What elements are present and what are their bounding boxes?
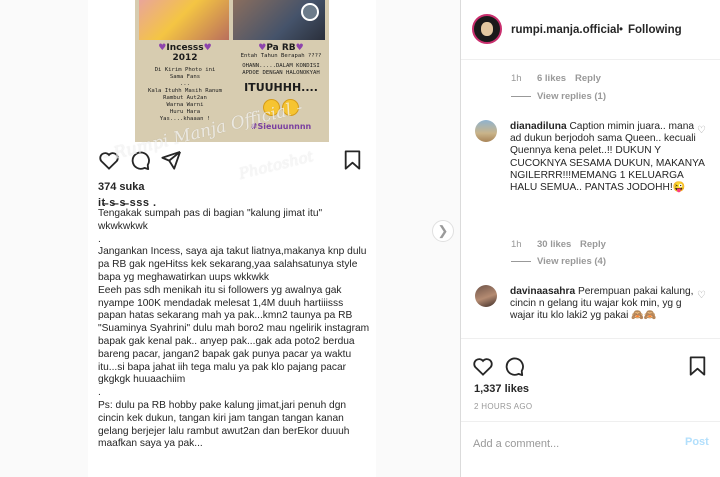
avatar[interactable] <box>472 14 502 44</box>
collage-right-big: ITUUHHH.... <box>244 81 318 94</box>
view-replies-button[interactable]: View replies (4) <box>511 256 606 267</box>
reply-button[interactable]: Reply <box>580 239 606 250</box>
comment-likes[interactable]: 30 likes <box>537 239 571 250</box>
photo-incess <box>139 0 229 40</box>
collage-right-line: OHANN.....DALAM KONDISI <box>242 63 320 69</box>
collage-left-line: Sama Fans <box>169 74 201 80</box>
bookmark-icon[interactable] <box>689 356 706 376</box>
like-comment-heart-icon[interactable]: ♡ <box>697 125 706 136</box>
header-separator: • <box>619 24 624 36</box>
comment-icon[interactable] <box>504 356 524 376</box>
view-replies-button[interactable]: View replies (1) <box>511 91 606 102</box>
reply-button[interactable]: Reply <box>575 73 601 84</box>
collage-right-heading: Pa RB <box>266 43 296 53</box>
collage-left-column: ♥Incesss♥ 2012 Di Kirim Photo ini Sama F… <box>139 43 231 123</box>
post-button[interactable]: Post <box>685 436 709 448</box>
like-comment-heart-icon[interactable]: ♡ <box>697 290 706 301</box>
screenshot-likes-count: 374 suka <box>98 181 145 193</box>
chevron-right-icon[interactable]: ❯ <box>432 220 454 242</box>
add-comment-bar: Post <box>461 421 720 477</box>
post-likes-count[interactable]: 1,337 likes <box>474 383 529 395</box>
collage-left-year: 2012 <box>172 53 198 63</box>
post-comments-panel: rumpi.manja.official • Following 1h 6 li… <box>461 0 720 477</box>
comment-body: dianadiluna Caption mimin juara.. mana a… <box>510 121 706 194</box>
collage-left-line: Rambut Aut2an <box>163 95 207 101</box>
collage-left-heading: Incesss <box>166 43 204 53</box>
avatar[interactable] <box>475 120 497 142</box>
collage-left-line: Kala Ituhh Masih Ranum <box>147 88 223 94</box>
post-header: rumpi.manja.official • Following <box>461 0 720 60</box>
share-icon <box>161 150 181 170</box>
comment-time: 1h <box>511 239 522 250</box>
collage-left-line: Warna Warni <box>166 102 204 108</box>
post-timestamp: 2 HOURS AGO <box>474 402 533 411</box>
header-username[interactable]: rumpi.manja.official <box>511 24 620 36</box>
collage-right-line: APDOE DENGAN HALONOKYAH <box>242 70 320 76</box>
collage-left-line: ... <box>179 81 191 87</box>
following-button[interactable]: Following <box>628 24 682 36</box>
collage-left-line: Di Kirim Photo ini <box>154 67 216 73</box>
post-screenshot-image: ♥Incesss♥ 2012 Di Kirim Photo ini Sama F… <box>88 0 376 477</box>
comment-username[interactable]: dianadiluna <box>510 121 567 132</box>
heart-icon[interactable] <box>472 356 494 376</box>
comment-time: 1h <box>511 73 522 84</box>
comment-likes[interactable]: 6 likes <box>537 73 566 84</box>
avatar[interactable] <box>475 285 497 307</box>
comment-username[interactable]: davinaasahra <box>510 286 575 297</box>
bookmark-icon <box>344 150 361 170</box>
view-replies-label: View replies (1) <box>537 91 606 102</box>
post-media-panel: ♥Incesss♥ 2012 Di Kirim Photo ini Sama F… <box>0 0 461 477</box>
comment-body: davinaasahra Perempuan pakai kalung, cin… <box>510 286 706 323</box>
view-replies-label: View replies (4) <box>537 256 606 267</box>
add-comment-input[interactable] <box>473 436 673 452</box>
photo-pa-rb <box>233 0 325 40</box>
collage-left-line: Huru Hara <box>169 109 201 115</box>
collage-right-line: Entah Tahun Berapah ???? <box>240 53 322 59</box>
screenshot-caption: Tengakak sumpah pas di bagian "kalung ji… <box>98 208 370 450</box>
